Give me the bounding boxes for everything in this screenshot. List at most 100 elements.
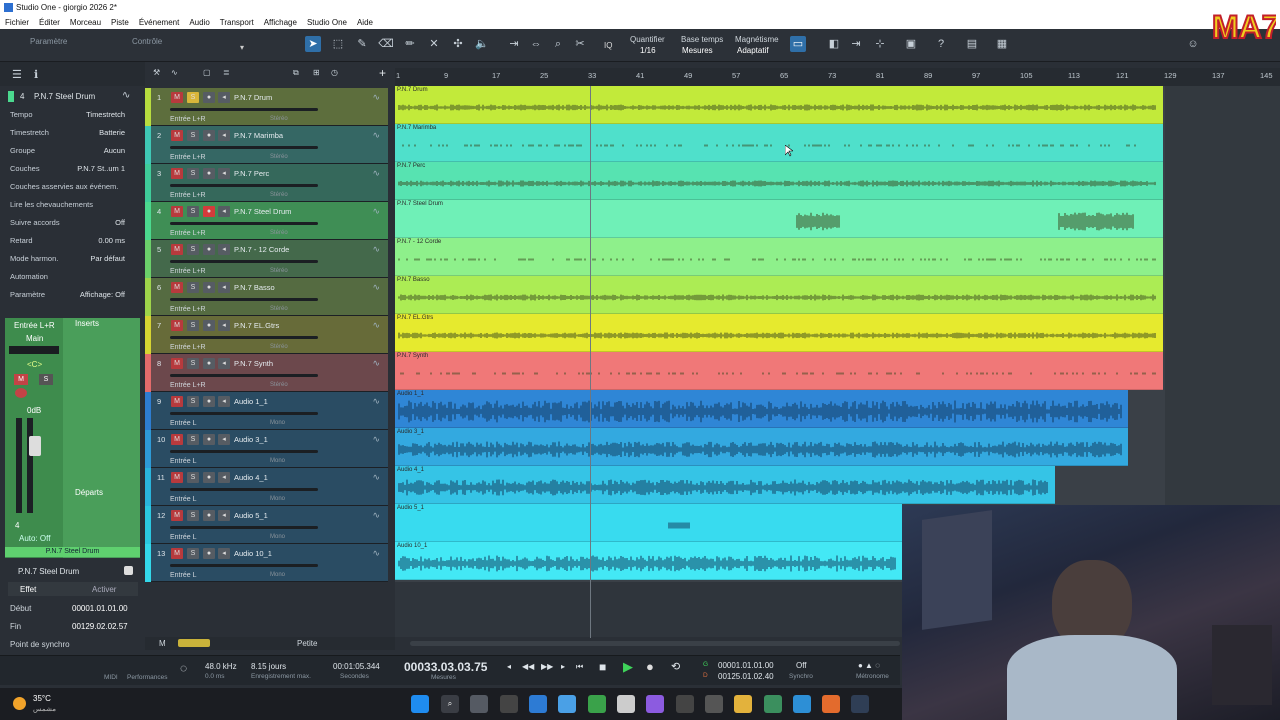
audio-clip[interactable]: P.N.7 Steel Drum <box>395 200 1163 238</box>
volume-fader[interactable] <box>29 436 41 456</box>
track-monitor-button[interactable]: ◂ <box>218 396 230 407</box>
inspector-row[interactable]: Timestretch Batterie <box>10 128 135 146</box>
menu-item[interactable]: Événement <box>139 18 179 27</box>
track-solo-button[interactable]: S <box>187 358 199 369</box>
waveform-icon[interactable]: ∿ <box>372 396 380 407</box>
track-monitor-button[interactable]: ◂ <box>218 510 230 521</box>
edge-icon[interactable] <box>793 695 811 713</box>
sends-label[interactable]: Départs <box>75 488 103 497</box>
eraser-tool-icon[interactable]: ⌫ <box>378 36 394 52</box>
track-header[interactable]: 3 M S ● ◂ P.N.7 Perc Entrée L+R Stéréo ∿ <box>145 164 388 202</box>
waveform-icon[interactable]: ∿ <box>372 510 380 521</box>
menu-item[interactable]: Studio One <box>307 18 347 27</box>
record-icon[interactable]: ● <box>646 659 654 674</box>
track-monitor-button[interactable]: ◂ <box>218 320 230 331</box>
inspector-row-value[interactable]: 0.00 ms <box>98 236 125 245</box>
waveform-icon[interactable]: ∿ <box>372 206 380 217</box>
track-solo-button[interactable]: S <box>187 206 199 217</box>
waveform-icon[interactable]: ∿ <box>372 168 380 179</box>
track-name[interactable]: Audio 4_1 <box>234 473 268 482</box>
track-mute-button[interactable]: M <box>171 396 183 407</box>
track-solo-button[interactable]: S <box>187 244 199 255</box>
app-icon-2[interactable] <box>529 695 547 713</box>
inspector-row[interactable]: Couches asservies aux événem. <box>10 182 135 200</box>
track-name[interactable]: P.N.7 Synth <box>234 359 273 368</box>
menu-icon[interactable]: ☰ <box>12 68 22 81</box>
performance-label[interactable]: Performances <box>127 674 167 681</box>
loop-start[interactable]: 00001.01.01.00 <box>718 661 774 670</box>
arrangement-empty-bottom[interactable] <box>395 582 902 637</box>
explorer-icon[interactable] <box>734 695 752 713</box>
track-mute-button[interactable]: M <box>171 282 183 293</box>
track-solo-button[interactable]: S <box>187 396 199 407</box>
range-tool-icon[interactable]: ⬚ <box>330 36 346 52</box>
inspector-row[interactable]: Lire les chevauchements <box>10 200 135 218</box>
track-input[interactable]: Entrée L+R <box>170 268 206 275</box>
track-mute-button[interactable]: M <box>171 206 183 217</box>
inspector-row[interactable]: Paramètre Affichage: Off <box>10 290 135 308</box>
track-record-button[interactable]: ● <box>203 510 215 521</box>
app-icon-3[interactable] <box>558 695 576 713</box>
waveform-icon[interactable]: ∿ <box>372 282 380 293</box>
return-zero-icon[interactable]: ⏮ <box>576 662 583 672</box>
scissor-icon[interactable]: ✂ <box>572 36 588 52</box>
track-volume-slider[interactable] <box>170 184 318 187</box>
quantize-value[interactable]: 1/16 <box>640 46 656 55</box>
track-solo-button[interactable]: S <box>187 472 199 483</box>
pan-value[interactable]: <C> <box>27 360 42 369</box>
track-name[interactable]: P.N.7 Drum <box>234 93 272 102</box>
track-name[interactable]: P.N.7 Marimba <box>234 131 283 140</box>
track-volume-slider[interactable] <box>170 336 318 339</box>
inspector-row[interactable]: Retard 0.00 ms <box>10 236 135 254</box>
metronome-label[interactable]: Métronome <box>856 673 889 680</box>
loop-end[interactable]: 00125.01.02.40 <box>718 672 774 681</box>
paint-tool-icon[interactable]: ✏ <box>402 36 418 52</box>
timebase-value[interactable]: Mesures <box>682 46 713 55</box>
track-mute-button[interactable]: M <box>171 320 183 331</box>
menu-item[interactable]: Aide <box>357 18 373 27</box>
play-icon[interactable]: ▶ <box>623 659 633 675</box>
inspector-row-value[interactable]: Aucun <box>104 146 125 155</box>
automation-icon[interactable]: ∿ <box>171 68 178 77</box>
track-record-button[interactable]: ● <box>203 282 215 293</box>
track-solo-button[interactable]: S <box>187 510 199 521</box>
list-icon[interactable]: ≣ <box>223 68 230 77</box>
position-bars[interactable]: 00033.03.03.75 <box>404 660 487 674</box>
track-name[interactable]: P.N.7 Steel Drum <box>234 207 291 216</box>
audio-clip[interactable]: P.N.7 Drum <box>395 86 1163 124</box>
menu-item[interactable]: Fichier <box>5 18 29 27</box>
time-seconds[interactable]: 00:01:05.344 <box>333 662 380 671</box>
track-volume-slider[interactable] <box>170 450 318 453</box>
timeline-ruler[interactable]: 1 9 17 25 33 41 49 57 65 73 81 89 97 105 113 121 129 137 1… <box>395 68 1280 86</box>
app-icon-4[interactable] <box>588 695 606 713</box>
track-volume-slider[interactable] <box>170 146 318 149</box>
track-solo-button[interactable]: S <box>187 168 199 179</box>
track-monitor-button[interactable]: ◂ <box>218 206 230 217</box>
track-input[interactable]: Entrée L <box>170 496 196 503</box>
waveform-icon[interactable]: ∿ <box>372 434 380 445</box>
track-mute-button[interactable]: M <box>171 92 183 103</box>
track-solo-button[interactable]: S <box>187 282 199 293</box>
split-tool-icon[interactable]: ✎ <box>354 36 370 52</box>
track-name[interactable]: Audio 1_1 <box>234 397 268 406</box>
track-name[interactable]: Audio 5_1 <box>234 511 268 520</box>
track-volume-slider[interactable] <box>170 108 318 111</box>
track-header[interactable]: 8 M S ● ◂ P.N.7 Synth Entrée L+R Stéréo ∿ <box>145 354 388 392</box>
track-header[interactable]: 7 M S ● ◂ P.N.7 EL.Gtrs Entrée L+R Stéréo ∿ <box>145 316 388 354</box>
zoom-slider[interactable] <box>178 639 210 647</box>
track-input[interactable]: Entrée L+R <box>170 382 206 389</box>
waveform-icon[interactable]: ∿ <box>372 548 380 559</box>
track-mute-button[interactable]: M <box>171 168 183 179</box>
mute-button[interactable]: M <box>14 374 28 385</box>
track-name[interactable]: P.N.7 Basso <box>234 283 275 292</box>
track-input[interactable]: Entrée L <box>170 420 196 427</box>
weather-temp[interactable]: 35°C <box>33 694 51 703</box>
track-record-button[interactable]: ● <box>203 320 215 331</box>
inserts-label[interactable]: Inserts <box>75 319 99 328</box>
waveform-icon[interactable]: ∿ <box>372 358 380 369</box>
cursor-follow-icon[interactable]: ⊹ <box>872 36 888 52</box>
track-record-button[interactable]: ● <box>203 434 215 445</box>
app-icon-6[interactable] <box>646 695 664 713</box>
audio-clip[interactable]: Audio 3_1 <box>395 428 1128 466</box>
track-volume-slider[interactable] <box>170 526 318 529</box>
